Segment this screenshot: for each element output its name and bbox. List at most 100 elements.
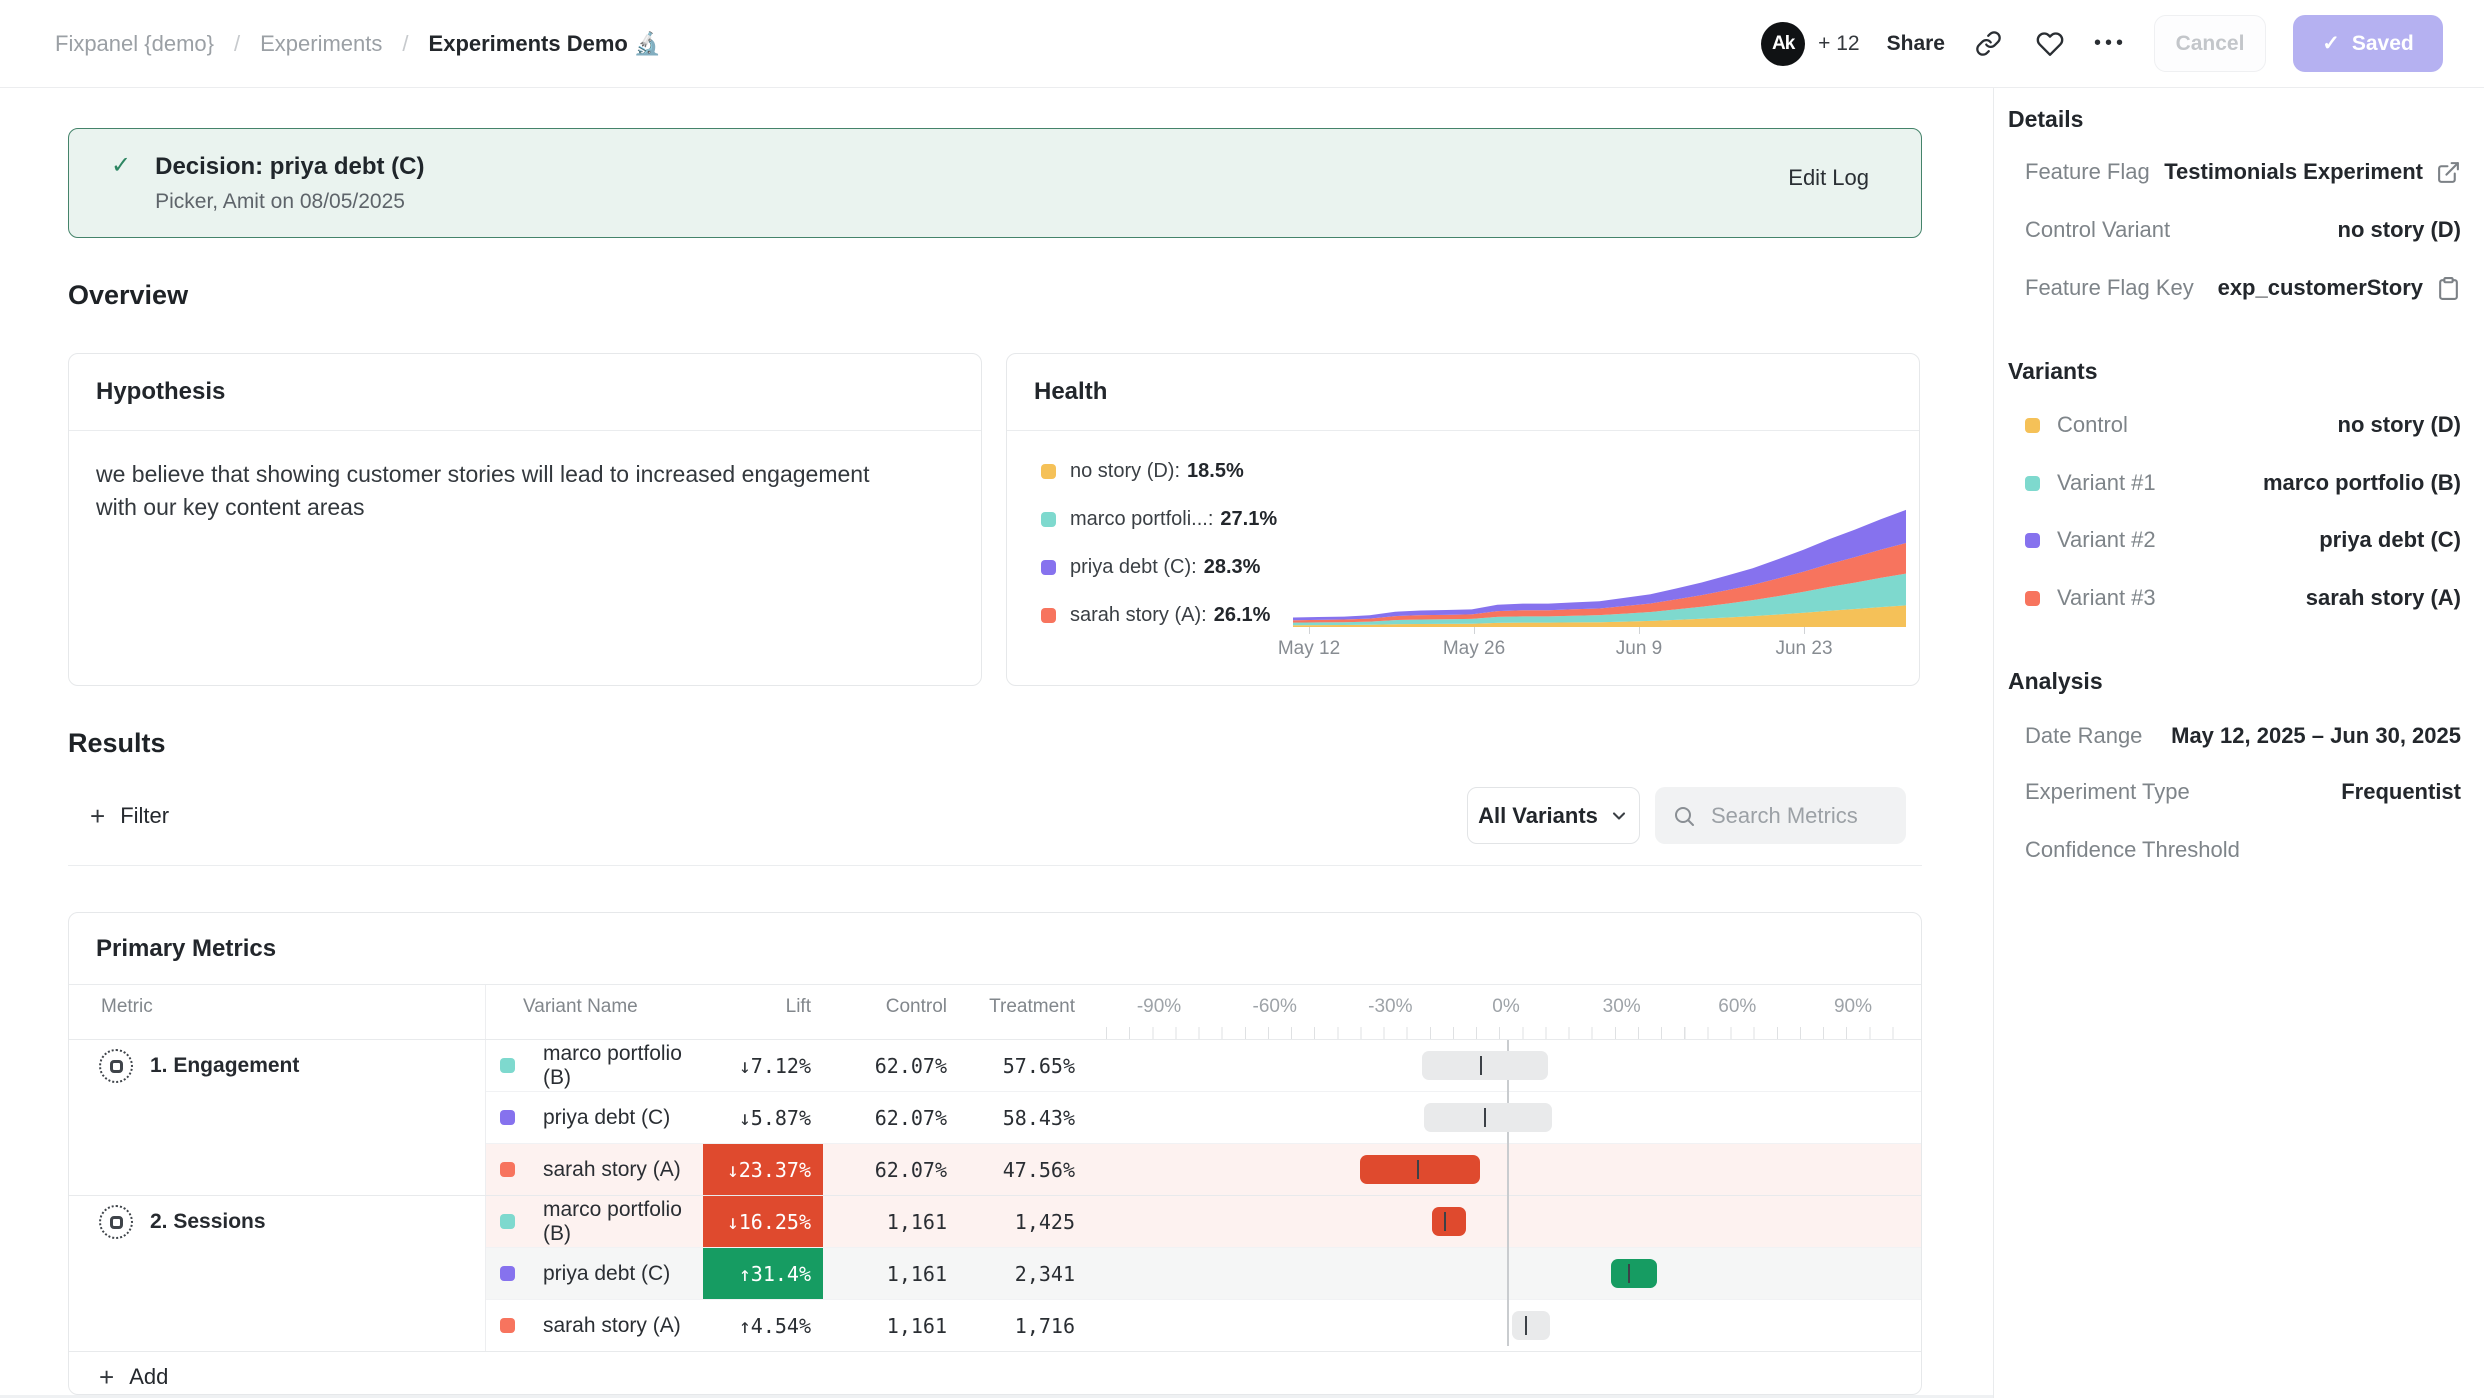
saved-button[interactable]: ✓ Saved bbox=[2293, 15, 2443, 72]
control-cell: 1,161 bbox=[823, 1196, 951, 1247]
confidence-interval-cell bbox=[1079, 1092, 1921, 1143]
top-bar-actions: Ak + 12 Share ••• Cancel ✓ Saved bbox=[1761, 15, 2443, 72]
variant-swatch bbox=[500, 1058, 515, 1073]
zero-axis-line bbox=[1507, 1040, 1509, 1346]
ci-range-bar bbox=[1611, 1259, 1657, 1288]
confidence-interval-cell bbox=[1079, 1040, 1921, 1091]
variant-row-1: Variant #1 marco portfolio (B) bbox=[1994, 465, 2484, 501]
table-header: Metric Variant Name Lift Control Treatme… bbox=[69, 985, 1921, 1039]
control-cell: 62.07% bbox=[823, 1144, 951, 1195]
search-metrics-input[interactable] bbox=[1709, 802, 1879, 830]
table-row[interactable]: sarah story (A) ↑4.54% 1,161 1,716 bbox=[486, 1299, 1921, 1351]
legend-item[interactable]: marco portfoli...:27.1% bbox=[1041, 495, 1277, 543]
breadcrumb-experiments[interactable]: Experiments bbox=[260, 31, 382, 57]
variant-swatch bbox=[500, 1266, 515, 1281]
lift-cell: ↓7.12% bbox=[703, 1040, 823, 1091]
saved-label: Saved bbox=[2352, 32, 2414, 56]
collaborator-count[interactable]: + 12 bbox=[1818, 32, 1859, 56]
metric-cell[interactable]: 1. Engagement bbox=[69, 1040, 486, 1195]
top-bar: Fixpanel {demo} / Experiments / Experime… bbox=[0, 0, 2484, 88]
table-row[interactable]: marco portfolio (B) ↓16.25% 1,161 1,425 bbox=[486, 1196, 1921, 1247]
variant-row-3: Variant #3 sarah story (A) bbox=[1994, 580, 2484, 616]
variant-swatch bbox=[500, 1214, 515, 1229]
add-metric-button[interactable]: + Add bbox=[69, 1351, 1921, 1395]
favorite-heart-icon[interactable] bbox=[2033, 27, 2067, 61]
x-axis-label: May 12 bbox=[1278, 638, 1340, 660]
table-row[interactable]: priya debt (C) ↓5.87% 62.07% 58.43% bbox=[486, 1091, 1921, 1143]
avatar[interactable]: Ak bbox=[1761, 22, 1805, 66]
metric-group-engagement: 1. Engagement marco portfolio (B) ↓7.12%… bbox=[69, 1040, 1921, 1195]
control-cell: 1,161 bbox=[823, 1300, 951, 1351]
treatment-cell: 47.56% bbox=[951, 1144, 1079, 1195]
metric-name: 2. Sessions bbox=[150, 1205, 266, 1239]
metric-name: 1. Engagement bbox=[150, 1049, 299, 1083]
variant-name-cell: sarah story (A) bbox=[486, 1144, 703, 1195]
metric-cell[interactable]: 2. Sessions bbox=[69, 1196, 486, 1351]
legend-swatch bbox=[1041, 464, 1056, 479]
filter-label: Filter bbox=[120, 803, 169, 829]
primary-metrics-title: Primary Metrics bbox=[69, 913, 1921, 985]
legend-label: sarah story (A): bbox=[1070, 604, 1207, 627]
lift-cell: ↓16.25% bbox=[703, 1196, 823, 1247]
share-button[interactable]: Share bbox=[1887, 32, 1945, 56]
axis-tick-label: 0% bbox=[1492, 996, 1519, 1018]
plus-icon: + bbox=[99, 1364, 114, 1390]
external-link-icon[interactable] bbox=[2436, 160, 2461, 185]
x-axis-label: May 26 bbox=[1443, 638, 1505, 660]
plus-icon: + bbox=[90, 803, 105, 829]
breadcrumb-separator: / bbox=[402, 31, 408, 57]
ci-range-bar bbox=[1432, 1207, 1466, 1236]
metric-goal-icon bbox=[99, 1205, 133, 1239]
variants-dropdown[interactable]: All Variants bbox=[1467, 787, 1640, 844]
analysis-row-date-range: Date Range May 12, 2025 – Jun 30, 2025 bbox=[1994, 718, 2484, 754]
more-menu-icon[interactable]: ••• bbox=[2094, 32, 2127, 55]
control-cell: 62.07% bbox=[823, 1040, 951, 1091]
legend-item[interactable]: sarah story (A):26.1% bbox=[1041, 591, 1277, 639]
legend-item[interactable]: no story (D):18.5% bbox=[1041, 447, 1277, 495]
clipboard-copy-icon[interactable] bbox=[2436, 276, 2461, 301]
treatment-cell: 2,341 bbox=[951, 1248, 1079, 1299]
col-header-treatment: Treatment bbox=[951, 985, 1079, 1039]
x-axis-tick bbox=[1804, 627, 1805, 634]
variant-name-cell: marco portfolio (B) bbox=[486, 1040, 703, 1091]
results-heading: Results bbox=[68, 728, 166, 759]
col-header-lift: Lift bbox=[703, 985, 823, 1039]
search-metrics-box bbox=[1655, 787, 1906, 844]
hypothesis-card: Hypothesis we believe that showing custo… bbox=[68, 353, 982, 686]
copy-link-icon[interactable] bbox=[1972, 27, 2006, 61]
ci-range-bar bbox=[1512, 1311, 1550, 1340]
lift-cell: ↓23.37% bbox=[703, 1144, 823, 1195]
legend-value: 28.3% bbox=[1204, 556, 1261, 579]
ci-point-estimate-tick bbox=[1444, 1212, 1446, 1231]
variant-swatch bbox=[500, 1110, 515, 1125]
table-row[interactable]: sarah story (A) ↓23.37% 62.07% 47.56% bbox=[486, 1143, 1921, 1195]
details-sidebar: Details Feature Flag Testimonials Experi… bbox=[1993, 88, 2484, 1398]
detail-row-feature-flag-key: Feature Flag Key exp_customerStory bbox=[1994, 270, 2484, 306]
variant-color-dot bbox=[2025, 476, 2040, 491]
table-row[interactable]: priya debt (C) ↑31.4% 1,161 2,341 bbox=[486, 1247, 1921, 1299]
analysis-section-title: Analysis bbox=[2008, 668, 2103, 695]
confidence-interval-cell bbox=[1079, 1300, 1921, 1351]
legend-value: 18.5% bbox=[1187, 460, 1244, 483]
lift-cell: ↑31.4% bbox=[703, 1248, 823, 1299]
experiment-page: Fixpanel {demo} / Experiments / Experime… bbox=[0, 0, 2484, 1398]
x-axis-tick bbox=[1309, 627, 1310, 634]
x-axis-label: Jun 23 bbox=[1775, 638, 1832, 660]
axis-tick-label: -90% bbox=[1137, 996, 1181, 1018]
table-row[interactable]: marco portfolio (B) ↓7.12% 62.07% 57.65% bbox=[486, 1040, 1921, 1091]
breadcrumb-project[interactable]: Fixpanel {demo} bbox=[55, 31, 214, 57]
variant-row-2: Variant #2 priya debt (C) bbox=[1994, 522, 2484, 558]
metric-group-sessions: 2. Sessions marco portfolio (B) ↓16.25% … bbox=[69, 1195, 1921, 1351]
ci-axis-header: -90% -60% -30% 0% 30% 60% 90% bbox=[1079, 985, 1921, 1039]
x-axis-tick bbox=[1474, 627, 1475, 634]
legend-item[interactable]: priya debt (C):28.3% bbox=[1041, 543, 1277, 591]
health-stacked-area-chart: May 12 May 26 Jun 9 Jun 23 bbox=[1293, 504, 1906, 627]
col-header-control: Control bbox=[823, 985, 951, 1039]
variants-dropdown-label: All Variants bbox=[1478, 803, 1598, 829]
add-filter-button[interactable]: + Filter bbox=[90, 788, 169, 844]
axis-tick-label: -30% bbox=[1368, 996, 1412, 1018]
cancel-button[interactable]: Cancel bbox=[2154, 15, 2266, 72]
variant-name-cell: marco portfolio (B) bbox=[486, 1196, 703, 1247]
edit-log-button[interactable]: Edit Log bbox=[1788, 165, 1869, 191]
axis-ruler bbox=[1106, 1027, 1915, 1039]
